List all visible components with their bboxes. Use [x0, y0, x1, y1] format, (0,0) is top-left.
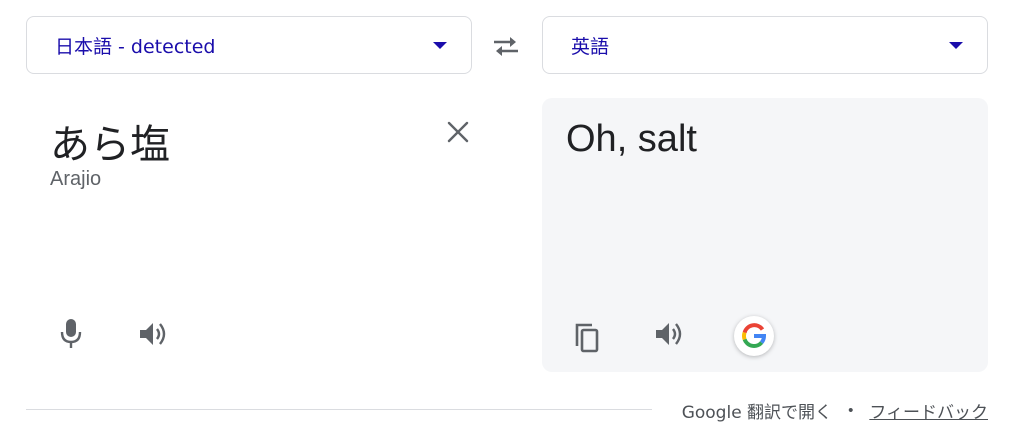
source-romanization: Arajio — [50, 168, 102, 190]
speaker-icon — [140, 323, 166, 345]
listen-translation-button[interactable] — [652, 318, 688, 350]
swap-icon — [494, 37, 518, 56]
footer: Google 翻訳で開く • フィードバック — [682, 398, 988, 423]
close-icon — [447, 121, 469, 143]
open-in-google-translate-link[interactable]: Google 翻訳で開く — [682, 398, 832, 423]
target-language-select[interactable]: 英語 — [542, 16, 988, 74]
google-g-icon — [742, 323, 767, 348]
target-panel: Oh, salt — [542, 98, 988, 372]
mic-icon — [60, 319, 82, 348]
listen-source-button[interactable] — [136, 318, 172, 350]
source-text[interactable]: あら塩 — [50, 112, 170, 170]
footer-separator: • — [848, 402, 854, 419]
copy-icon — [575, 323, 599, 353]
chevron-down-icon — [433, 41, 447, 49]
target-language-label: 英語 — [571, 35, 610, 58]
open-google-translate-button[interactable] — [734, 316, 774, 356]
clear-source-button[interactable] — [444, 118, 472, 146]
speaker-icon — [656, 323, 682, 345]
copy-translation-button[interactable] — [570, 320, 604, 356]
voice-input-button[interactable] — [56, 316, 86, 352]
source-language-select[interactable]: 日本語 - detected — [26, 16, 472, 74]
source-panel: あら塩 Arajio — [26, 98, 472, 372]
chevron-down-icon — [949, 41, 963, 49]
footer-divider — [26, 409, 652, 410]
feedback-link[interactable]: フィードバック — [869, 398, 988, 423]
swap-languages-button[interactable] — [486, 28, 526, 64]
translation-text: Oh, salt — [566, 118, 697, 160]
source-language-label: 日本語 - detected — [55, 35, 216, 58]
